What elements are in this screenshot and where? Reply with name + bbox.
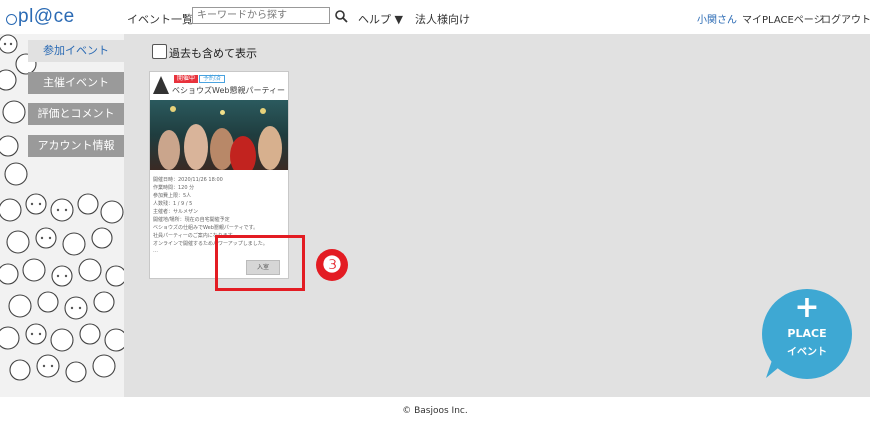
- show-past-checkbox[interactable]: [152, 44, 167, 59]
- plus-icon: +: [794, 290, 820, 325]
- nav-help-dropdown[interactable]: ヘルプ ▼: [358, 11, 403, 27]
- logo-text: pl@ce: [18, 6, 75, 27]
- event-detail-5: 主催者：サルメザン: [153, 209, 199, 215]
- place-logo[interactable]: pl@ce: [6, 6, 75, 28]
- logo-dot-icon: [6, 14, 17, 25]
- event-detail-3: 参加費上限：5人: [153, 193, 192, 199]
- search-input[interactable]: [192, 7, 330, 24]
- fab-label-place: PLACE: [787, 327, 827, 340]
- event-title[interactable]: ベショウズWeb懇親パーティー: [172, 85, 285, 96]
- tab-account[interactable]: アカウント情報: [28, 135, 124, 157]
- tab-hosted-events[interactable]: 主催イベント: [28, 72, 124, 94]
- tab-reviews[interactable]: 評価とコメント: [28, 103, 124, 125]
- status-badge: 開催中: [174, 75, 199, 83]
- event-photo: [150, 100, 288, 170]
- user-name-link[interactable]: 小関さん: [697, 11, 737, 26]
- fab-label-event: イベント: [787, 347, 827, 358]
- highlight-box: [215, 235, 305, 291]
- create-place-event-button[interactable]: + PLACE イベント: [762, 289, 852, 379]
- copyright-text: © Basjoos Inc.: [402, 406, 468, 416]
- event-detail-6: 開催地/場所：現在の自宅開催予定: [153, 217, 230, 223]
- reserved-badge: 予約済: [199, 75, 226, 83]
- event-detail-10: …: [153, 248, 158, 254]
- host-logo-icon: [153, 76, 169, 94]
- show-past-label: 過去も含めて表示: [169, 47, 257, 60]
- header: pl@ce イベント一覧 ヘルプ ▼ 法人様向け 小関さん マイPLACEページ…: [0, 0, 870, 34]
- nav-events-link[interactable]: イベント一覧: [127, 11, 193, 27]
- sidebar: 参加イベント 主催イベント 評価とコメント アカウント情報: [0, 34, 124, 397]
- mypage-link[interactable]: マイPLACEページ: [742, 11, 824, 26]
- event-detail-2: 作業時間：120 分: [153, 185, 195, 191]
- event-detail-4: 人数残：1 / 9 / 5: [153, 201, 193, 207]
- event-detail-7: ベショウズの仕組みでWeb懇親パーティです。: [153, 225, 259, 231]
- logout-link[interactable]: ログアウト: [821, 11, 870, 26]
- step-number-badge: ❸: [316, 249, 348, 281]
- search-icon[interactable]: [334, 9, 348, 23]
- nav-corporate-link[interactable]: 法人様向け: [415, 11, 470, 27]
- event-detail-1: 開催日時：2020/11/26 18:00: [153, 177, 223, 183]
- tab-joined-events[interactable]: 参加イベント: [28, 40, 124, 62]
- footer: © Basjoos Inc.: [0, 397, 870, 428]
